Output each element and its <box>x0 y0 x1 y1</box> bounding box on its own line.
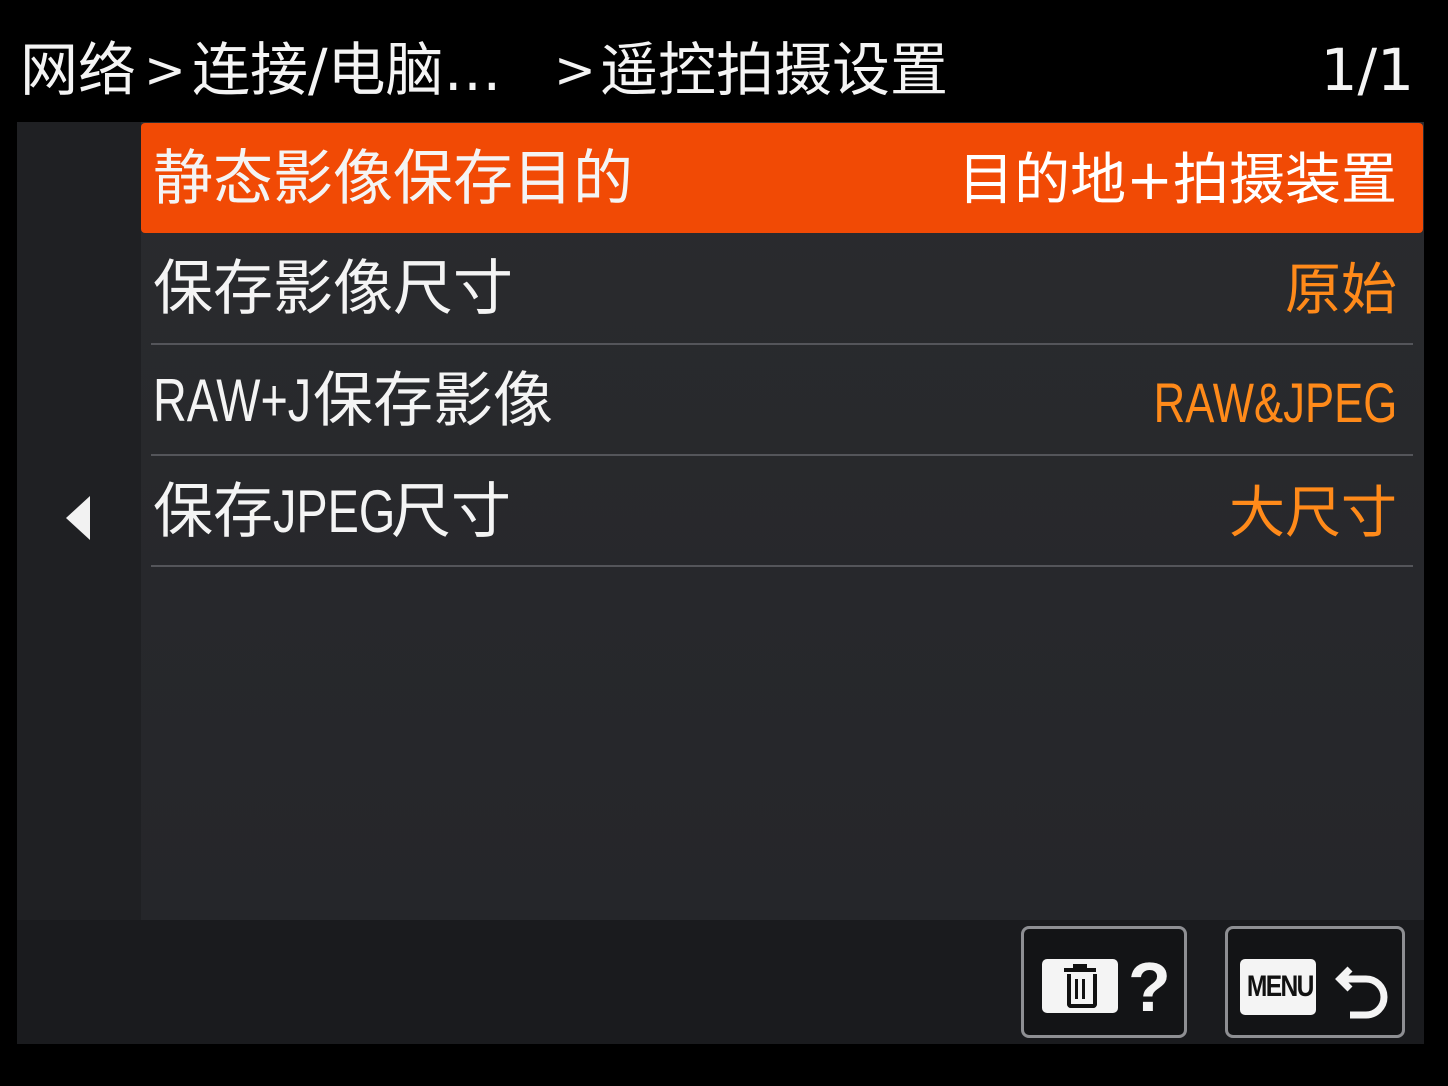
delete-help-button[interactable]: ? <box>1021 926 1187 1038</box>
page-indicator: 1/1 <box>1320 36 1414 104</box>
menu-item-label-cjk: 保存 <box>153 477 273 547</box>
footer-bar <box>17 920 1424 1044</box>
menu-key-label: MENU <box>1246 970 1315 1003</box>
menu-item-label-suffix: 尺寸 <box>391 477 511 547</box>
menu-item-label-latin: JPEG <box>273 478 396 545</box>
menu-item-label: 静态影像保存目的 <box>153 144 633 214</box>
menu-item-label: 保存影像尺寸 <box>153 254 513 324</box>
trash-icon <box>1042 959 1118 1013</box>
menu-item-value: 目的地+拍摄装置 <box>958 148 1397 213</box>
return-arrow-icon <box>1335 966 1388 1019</box>
menu-item-label-cjk: 保存影像 <box>313 366 553 436</box>
menu-item-value: 大尺寸 <box>1229 481 1397 546</box>
menu-return-button[interactable]: MENU <box>1225 926 1405 1038</box>
help-icon: ? <box>1128 948 1171 1026</box>
menu-item-value: RAW&JPEG <box>1085 363 1397 444</box>
menu-item-raw-j-save-image[interactable]: RAW+J保存影像 RAW&JPEG <box>141 345 1423 455</box>
back-arrow-icon[interactable] <box>66 496 90 540</box>
breadcrumb-network: 网络 <box>20 36 137 104</box>
breadcrumb-remote-shoot-settings: 遥控拍摄设置 <box>600 36 949 104</box>
header-bar: 网络 > 连接/电脑… > 遥控拍摄设置 1/1 <box>0 0 1448 122</box>
menu-item-save-jpeg-size[interactable]: 保存JPEG尺寸 大尺寸 <box>141 456 1423 566</box>
menu-item-save-image-size[interactable]: 保存影像尺寸 原始 <box>141 233 1423 343</box>
breadcrumb-connection-pc: 连接/电脑… <box>192 36 502 104</box>
menu-item-still-save-destination[interactable]: 静态影像保存目的 目的地+拍摄装置 <box>141 123 1423 233</box>
menu-key-icon: MENU <box>1240 959 1316 1015</box>
row-divider <box>151 565 1413 567</box>
breadcrumb-separator: > <box>144 41 186 99</box>
breadcrumb-separator: > <box>554 41 596 99</box>
menu-item-label: 保存JPEG尺寸 <box>153 472 511 552</box>
menu-item-value: 原始 <box>1285 258 1397 323</box>
menu-item-label-latin: RAW+J <box>153 367 312 434</box>
menu-item-value-text: RAW&JPEG <box>1153 371 1397 434</box>
menu-item-label: RAW+J保存影像 <box>153 361 553 441</box>
